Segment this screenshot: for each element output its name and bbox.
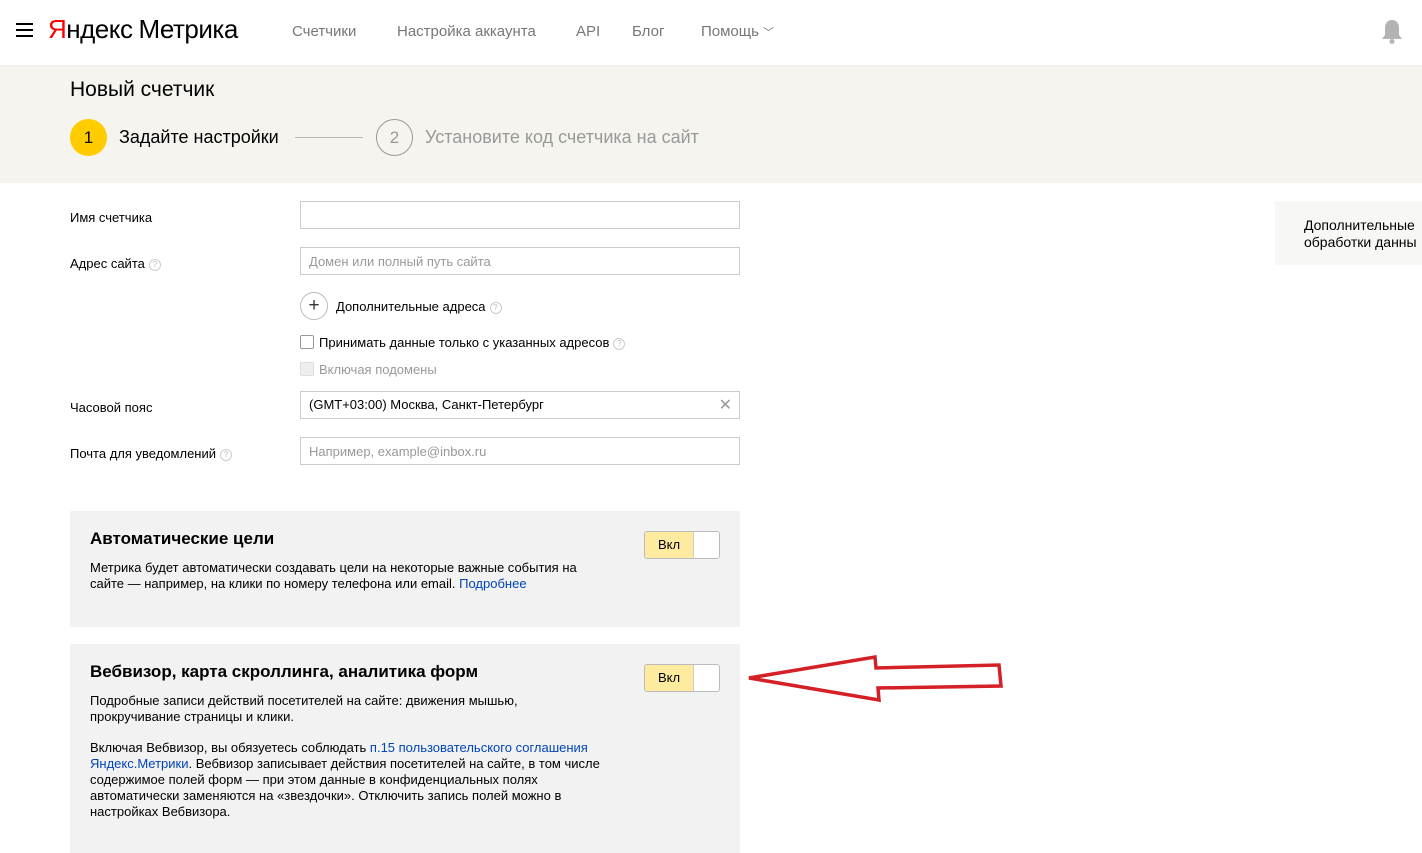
timezone-label: Часовой пояс bbox=[70, 400, 153, 415]
add-address-button[interactable]: + bbox=[300, 292, 328, 320]
chevron-down-icon: ﹀ bbox=[762, 27, 774, 39]
auto-goals-description: Метрика будет автоматически создавать це… bbox=[90, 560, 610, 592]
additional-addresses-label[interactable]: Дополнительные адреса? bbox=[336, 299, 502, 314]
include-subdomains-checkbox bbox=[300, 362, 314, 376]
webvisor-panel: Вебвизор, карта скроллинга, аналитика фо… bbox=[70, 644, 740, 853]
only-specified-text: Принимать данные только с указанных адре… bbox=[319, 335, 610, 350]
menu-icon[interactable] bbox=[16, 23, 33, 37]
email-input[interactable] bbox=[300, 437, 740, 465]
more-link[interactable]: Подробнее bbox=[459, 576, 526, 591]
side-info-box: Дополнительные обработки данны bbox=[1275, 201, 1422, 265]
side-info-line-2: обработки данны bbox=[1304, 234, 1417, 250]
toggle-on-label: Вкл bbox=[645, 532, 693, 558]
site-address-label: Адрес сайта? bbox=[70, 256, 161, 271]
email-label-text: Почта для уведомлений bbox=[70, 446, 217, 461]
counter-name-label: Имя счетчика bbox=[70, 210, 153, 225]
nav-help-label: Помощь bbox=[701, 23, 759, 40]
logo-yandex-y: Я bbox=[48, 14, 67, 44]
site-address-input[interactable] bbox=[300, 247, 740, 275]
nav-account-settings[interactable]: Настройка аккаунта bbox=[397, 23, 536, 40]
toggle-knob bbox=[693, 665, 719, 691]
help-icon[interactable]: ? bbox=[613, 337, 626, 350]
auto-goals-toggle[interactable]: Вкл bbox=[644, 531, 720, 559]
auto-goals-panel: Автоматические цели Метрика будет автома… bbox=[70, 511, 740, 627]
step-2-number: 2 bbox=[376, 119, 413, 156]
bell-icon[interactable] bbox=[1381, 18, 1403, 44]
toggle-on-label: Вкл bbox=[645, 665, 693, 691]
nav-counters[interactable]: Счетчики bbox=[292, 23, 356, 40]
help-icon[interactable]: ? bbox=[220, 448, 233, 461]
step-1-number: 1 bbox=[70, 119, 107, 156]
nav-blog[interactable]: Блог bbox=[632, 23, 664, 40]
toggle-knob bbox=[693, 532, 719, 558]
top-bar: Яндекс Метрика Счетчики Настройка аккаунт… bbox=[0, 0, 1422, 66]
webvisor-agreement: Включая Вебвизор, вы обязуетесь соблюдат… bbox=[90, 740, 605, 820]
clear-icon[interactable]: ✕ bbox=[719, 395, 732, 415]
additional-addresses-text: Дополнительные адреса bbox=[336, 299, 486, 314]
email-label: Почта для уведомлений? bbox=[70, 446, 233, 461]
webvisor-description: Подробные записи действий посетителей на… bbox=[90, 693, 518, 724]
side-info-line-1: Дополнительные bbox=[1304, 217, 1415, 233]
timezone-select[interactable]: (GMT+03:00) Москва, Санкт-Петербург ✕ bbox=[300, 391, 740, 419]
logo[interactable]: Яндекс Метрика bbox=[48, 14, 238, 45]
webvisor-title: Вебвизор, карта скроллинга, аналитика фо… bbox=[90, 662, 479, 681]
step-2-label: Установите код счетчика на сайт bbox=[425, 127, 699, 147]
agreement-prefix: Включая Вебвизор, вы обязуетесь соблюдат… bbox=[90, 740, 370, 755]
counter-name-input[interactable] bbox=[300, 201, 740, 229]
help-icon[interactable]: ? bbox=[148, 258, 161, 271]
step-divider bbox=[295, 137, 363, 138]
side-info-text: Дополнительные обработки данны bbox=[1304, 217, 1417, 251]
webvisor-toggle[interactable]: Вкл bbox=[644, 664, 720, 692]
step-1-label: Задайте настройки bbox=[119, 127, 279, 147]
auto-goals-title: Автоматические цели bbox=[90, 529, 275, 548]
nav-api[interactable]: API bbox=[576, 23, 600, 40]
red-arrow-annotation bbox=[748, 654, 1003, 702]
logo-yandex-rest: ндекс bbox=[66, 14, 133, 44]
help-icon[interactable]: ? bbox=[489, 301, 502, 314]
only-specified-checkbox[interactable] bbox=[300, 335, 314, 349]
logo-product: Метрика bbox=[138, 14, 238, 44]
only-specified-label[interactable]: Принимать данные только с указанных адре… bbox=[319, 335, 626, 350]
timezone-value: (GMT+03:00) Москва, Санкт-Петербург bbox=[309, 397, 544, 412]
include-subdomains-label: Включая подомены bbox=[319, 362, 437, 377]
page-title: Новый счетчик bbox=[70, 78, 215, 101]
site-address-label-text: Адрес сайта bbox=[70, 256, 145, 271]
nav-help[interactable]: Помощь ﹀ bbox=[701, 23, 774, 40]
